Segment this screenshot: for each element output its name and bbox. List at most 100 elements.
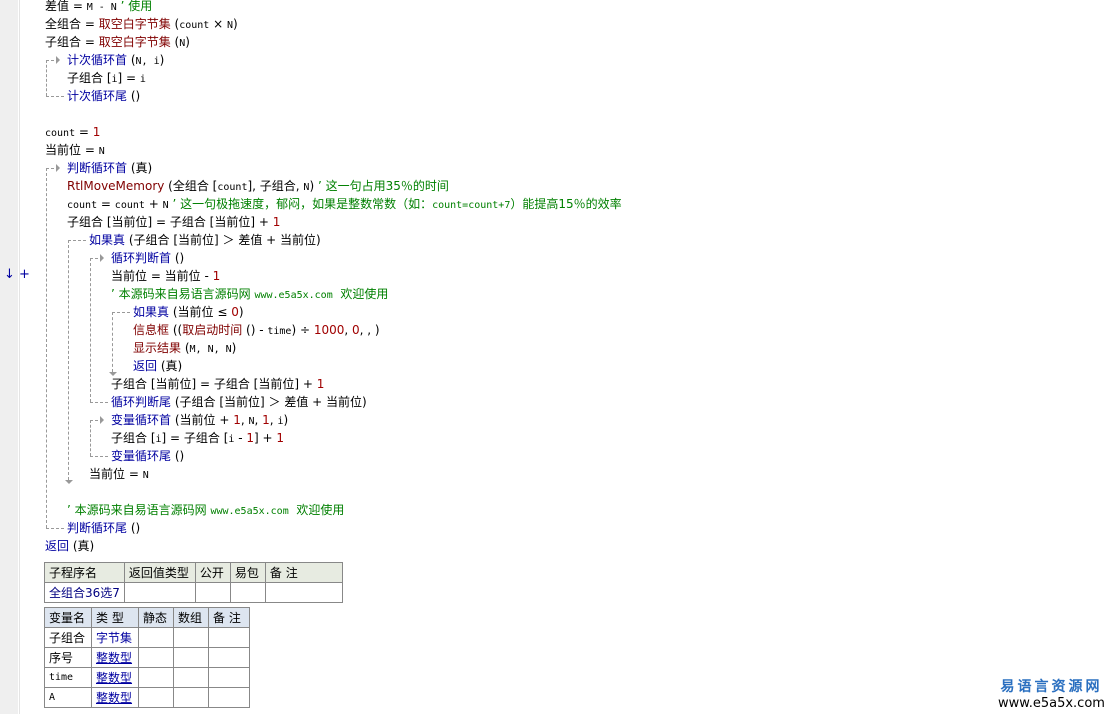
static-cell[interactable]	[138, 627, 174, 648]
array-cell[interactable]	[173, 647, 209, 668]
code-line[interactable]: 判断循环首 (真)	[67, 159, 152, 177]
code-line[interactable]: 显示结果 (M, N, N)	[133, 339, 236, 357]
public-cell[interactable]	[194, 582, 231, 603]
code-line[interactable]: 子组合 [i] = 子组合 [i - 1] + 1	[111, 429, 284, 447]
code-token: 子组合 [当前位] = 子组合 [当前位] +	[67, 215, 273, 229]
code-token: () -	[242, 323, 268, 337]
code-token: 返回	[45, 539, 70, 553]
code-token: )	[231, 341, 237, 355]
code-line[interactable]: 如果真 (当前位 ≤ 0)	[133, 303, 244, 321]
remark-cell[interactable]	[208, 647, 250, 668]
static-cell[interactable]	[138, 687, 174, 708]
code-line[interactable]: 循环判断尾 (子组合 [当前位] ＞ 差值 + 当前位)	[111, 393, 367, 411]
header-public: 公开	[194, 562, 231, 583]
code-line[interactable]: 当前位 = N	[45, 141, 105, 159]
code-line[interactable]: 如果真 (子组合 [当前位] ＞ 差值 + 当前位)	[89, 231, 321, 249]
code-line[interactable]: 信息框 ((取启动时间 () - time) ÷ 1000, 0, , )	[133, 321, 380, 339]
header-type: 类 型	[91, 607, 139, 628]
code-line[interactable]: 变量循环尾 ()	[111, 447, 184, 465]
var-name-cell[interactable]: 序号	[44, 647, 92, 668]
return-type-cell[interactable]	[123, 582, 196, 603]
variable-row[interactable]: A 整数型	[44, 687, 250, 708]
code-line[interactable]: 变量循环首 (当前位 + 1, N, 1, i)	[111, 411, 288, 429]
code-token: -	[234, 431, 247, 445]
var-type-cell[interactable]: 整数型	[91, 667, 139, 688]
variable-row[interactable]: time 整数型	[44, 667, 250, 688]
code-line[interactable]: 子组合 [i] = i	[67, 69, 146, 87]
code-line[interactable]: 判断循环尾 ()	[67, 519, 140, 537]
header-remark: 备 注	[208, 607, 250, 628]
site-watermark: 易语言资源网 www.e5a5x.com	[998, 676, 1105, 711]
code-line[interactable]: 返回 (真)	[45, 537, 94, 555]
code-line[interactable]: 当前位 = 当前位 - 1	[111, 267, 220, 285]
sub-name-cell[interactable]: 全组合36选7	[44, 582, 125, 603]
remark-cell[interactable]	[208, 687, 250, 708]
code-line[interactable]: RtlMoveMemory (全组合 [count], 子组合, N) ’ 这一…	[67, 177, 449, 195]
code-token: (	[127, 53, 136, 67]
code-token: 差值 =	[45, 0, 87, 13]
array-cell[interactable]	[173, 687, 209, 708]
code-token: =	[97, 197, 115, 211]
code-line[interactable]: 子组合 [当前位] = 子组合 [当前位] + 1	[67, 213, 280, 231]
code-token: )	[283, 413, 289, 427]
code-token: 1	[233, 413, 241, 427]
code-token: ((	[169, 323, 183, 337]
code-token: 1	[212, 269, 221, 283]
code-token: 当前位 =	[45, 143, 99, 157]
code-token: 子组合 [	[111, 431, 156, 445]
code-token: ’ 本源码来自易语言源码网	[67, 503, 211, 517]
watermark-name: 易语言资源网	[1000, 679, 1103, 695]
code-token: 1	[246, 431, 255, 445]
array-cell[interactable]	[173, 627, 209, 648]
array-cell[interactable]	[173, 667, 209, 688]
code-line[interactable]: 子组合 [当前位] = 子组合 [当前位] + 1	[111, 375, 324, 393]
var-name-cell[interactable]: A	[44, 687, 92, 708]
code-line[interactable]: 当前位 = N	[89, 465, 149, 483]
static-cell[interactable]	[138, 647, 174, 668]
code-token: ×	[209, 17, 227, 31]
variable-row[interactable]: 序号 整数型	[44, 647, 250, 668]
header-static: 静态	[138, 607, 174, 628]
code-token: (子组合 [当前位] ＞ 差值 + 当前位)	[171, 395, 367, 409]
expand-arrow-icon	[56, 164, 60, 172]
var-type-cell[interactable]: 整数型	[91, 647, 139, 668]
code-token: N	[142, 470, 149, 481]
code-token: 0	[231, 305, 239, 319]
code-line[interactable]: ’ 本源码来自易语言源码网 www.e5a5x.com 欢迎使用	[111, 285, 388, 303]
var-type-cell[interactable]: 字节集	[91, 627, 139, 648]
static-cell[interactable]	[138, 667, 174, 688]
code-line[interactable]: 计次循环尾 ()	[67, 87, 140, 105]
remark-cell[interactable]	[208, 627, 250, 648]
code-token: 全组合 =	[45, 17, 99, 31]
var-type-cell[interactable]: 整数型	[91, 687, 139, 708]
header-remark: 备 注	[264, 562, 343, 583]
code-line[interactable]: 全组合 = 取空白字节集 (count × N)	[45, 15, 238, 33]
block-connector	[68, 240, 86, 241]
block-connector	[90, 402, 108, 403]
epackage-cell[interactable]	[229, 582, 266, 603]
var-name-cell[interactable]: time	[44, 667, 92, 688]
remark-cell[interactable]	[208, 667, 250, 688]
code-line[interactable]: 计次循环首 (N, i)	[67, 51, 164, 69]
block-connector	[46, 168, 47, 528]
code-line[interactable]: 循环判断首 ()	[111, 249, 184, 267]
code-line[interactable]: 子组合 = 取空白字节集 (N)	[45, 33, 190, 51]
code-token: ）能提高15％的效率	[510, 197, 622, 211]
variable-row[interactable]: 子组合 字节集	[44, 627, 250, 648]
var-name-cell[interactable]: 子组合	[44, 627, 92, 648]
code-line[interactable]: count = count + N ’ 这一句极拖速度，郁闷，如果是整数常数（如…	[67, 195, 622, 213]
code-token: )	[233, 17, 238, 31]
code-line[interactable]: 差值 = M - N ’ 使用	[45, 0, 152, 15]
code-token: (真)	[69, 539, 95, 553]
remark-cell[interactable]	[264, 582, 343, 603]
code-token: 判断循环首	[67, 161, 128, 175]
code-line[interactable]: ’ 本源码来自易语言源码网 www.e5a5x.com 欢迎使用	[67, 501, 344, 519]
code-line[interactable]: 返回 (真)	[133, 357, 182, 375]
header-return-type: 返回值类型	[123, 562, 196, 583]
block-connector	[46, 528, 64, 529]
code-token: ’ 这一句占用35％的时间	[314, 179, 449, 193]
code-token: count=count+7	[432, 200, 511, 211]
code-line[interactable]: count = 1	[45, 123, 100, 141]
code-token: (	[181, 341, 190, 355]
code-token: (全组合 [	[164, 179, 218, 193]
